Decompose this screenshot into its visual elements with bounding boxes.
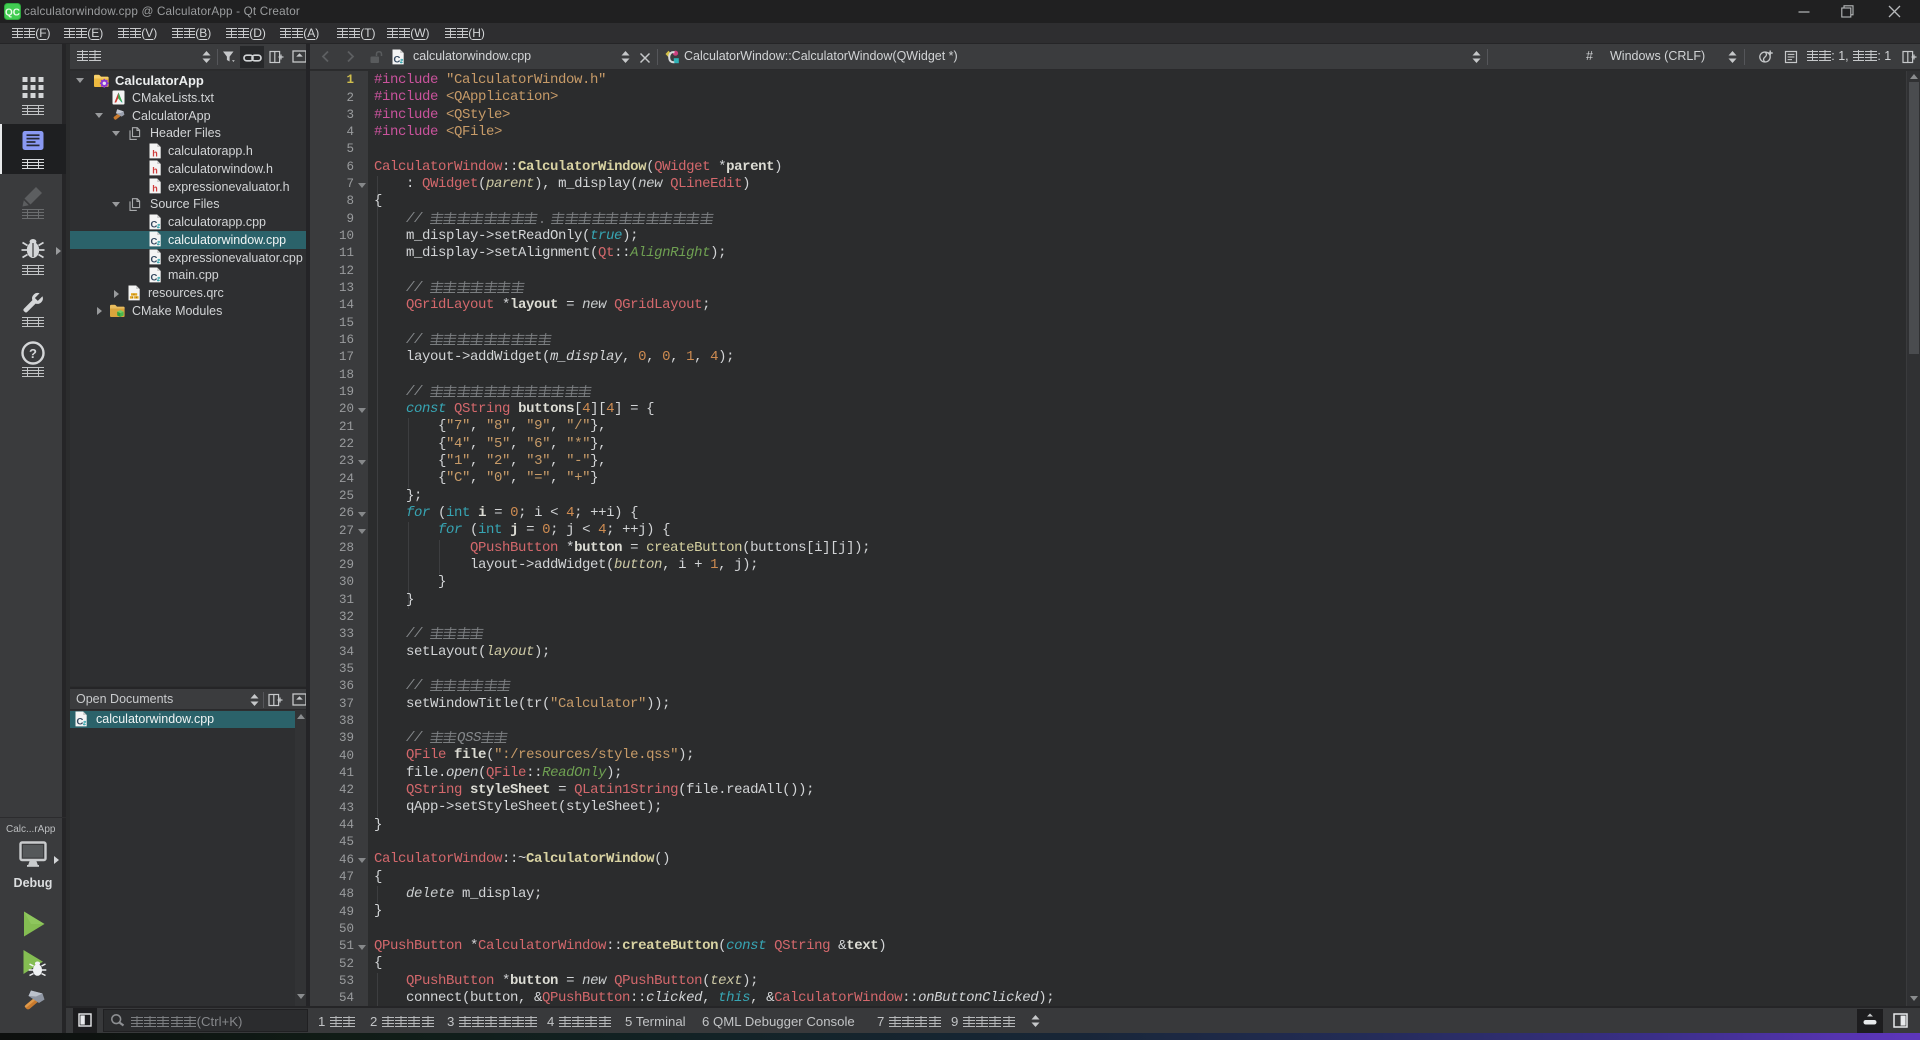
svg-text:C: C (150, 237, 157, 247)
svg-text:QC: QC (5, 8, 20, 19)
svg-text:h: h (152, 148, 158, 158)
svg-text:?: ? (29, 346, 37, 361)
svg-text:C: C (150, 219, 157, 229)
svg-text:h: h (152, 183, 158, 193)
svg-text:C: C (150, 272, 157, 282)
svg-text:C: C (76, 717, 83, 727)
svg-text:h: h (152, 166, 158, 176)
svg-text:C: C (150, 255, 157, 265)
